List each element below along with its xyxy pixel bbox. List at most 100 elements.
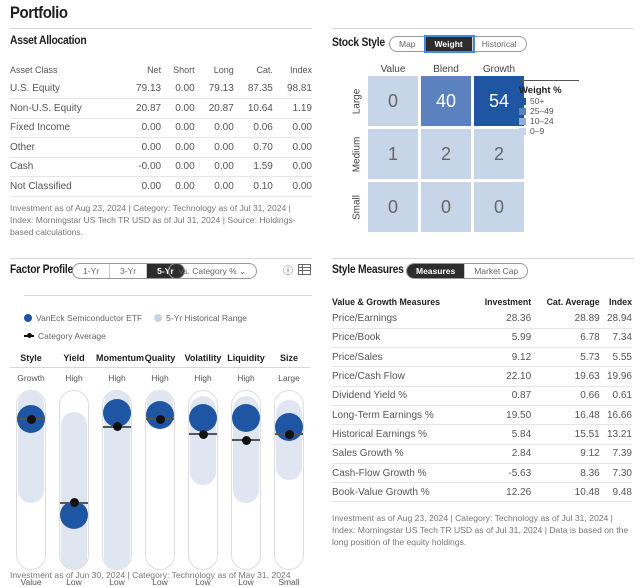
chevron-down-icon: ⌄: [239, 266, 247, 276]
table-cell: 9.12: [471, 347, 532, 368]
tab-map[interactable]: Map: [390, 37, 426, 51]
title-divider: [10, 28, 312, 29]
table-icon[interactable]: [298, 264, 311, 275]
table-cell: 0.06: [233, 118, 273, 138]
style-measures-title: Style Measures: [332, 264, 404, 276]
style-column-value: Value: [380, 64, 406, 75]
table-cell: 9.12: [531, 444, 600, 464]
style-column-growth: Growth: [482, 64, 516, 75]
table-cell: 0.10: [233, 176, 273, 197]
style-measures-tabs: Measures Market Cap: [406, 263, 529, 279]
table-cell: 28.89: [531, 309, 600, 329]
factor-name-quality: Quality: [144, 353, 176, 363]
measure-label: Cash-Flow Growth %: [332, 463, 472, 484]
legend-swatch: [519, 127, 526, 135]
investment-legend-icon: [24, 314, 32, 322]
table-cell: 0.00: [161, 98, 195, 119]
period-tab-3-yr[interactable]: 3-Yr: [110, 264, 148, 278]
table-cell: -0.00: [121, 157, 162, 177]
legend-label: 50+: [530, 96, 545, 106]
legend-label: 25–49: [530, 106, 554, 116]
measure-label: Price/Book: [332, 328, 472, 349]
style-column-blend: Blend: [433, 64, 459, 75]
table-cell: 0.00: [161, 176, 195, 197]
legend-swatch: [519, 97, 526, 105]
factor-name-size: Size: [279, 353, 298, 363]
table-cell: 16.48: [531, 405, 600, 426]
table-row: Price/Book 5.99 6.78 7.34: [332, 328, 632, 349]
style-measures-divider: [332, 258, 634, 259]
table-cell: 0.00: [194, 137, 234, 158]
weight-legend-item: 25–49: [519, 106, 579, 116]
period-tab-1-yr[interactable]: 1-Yr: [73, 264, 111, 278]
table-cell: 13.21: [599, 424, 632, 445]
factor-name-style: Style: [20, 353, 42, 363]
table-cell: 0.00: [194, 118, 234, 138]
table-cell: 0.00: [272, 176, 312, 197]
table-cell: 79.13: [121, 79, 162, 99]
asset-class-label: Cash: [10, 157, 122, 177]
table-row: Book-Value Growth % 12.26 10.48 9.48: [332, 482, 632, 503]
table-row: Fixed Income 0.00 0.00 0.00 0.06 0.00: [10, 118, 312, 138]
investment-legend-label: VanEck Semiconductor ETF: [36, 313, 143, 323]
table-cell: 12.26: [471, 482, 532, 503]
table-cell: 98.81: [272, 79, 312, 99]
table-cell: 7.34: [599, 328, 632, 349]
legend-swatch: [519, 117, 526, 125]
factor-top-label: Large: [278, 373, 300, 383]
factor-name-liquidity: Liquidity: [227, 353, 265, 363]
factor-top-label: High: [65, 373, 83, 383]
asset-allocation-table: Asset Class Net Short Long Cat. Index U.S. Eq…: [10, 60, 312, 197]
table-cell: 20.87: [194, 98, 234, 119]
table-cell: 0.00: [121, 137, 162, 158]
table-row: Price/Cash Flow 22.10 19.63 19.96: [332, 366, 632, 387]
column-header: Index: [609, 296, 632, 307]
table-cell: 2.84: [471, 444, 532, 464]
table-cell: 19.50: [471, 405, 532, 426]
style-measures-note: Investment as of Aug 23, 2024 | Category…: [332, 513, 629, 547]
measure-label: Price/Sales: [332, 347, 472, 368]
comparison-dropdown[interactable]: vs. Category % ⌄: [168, 263, 258, 279]
table-cell: -5.63: [471, 463, 532, 484]
table-cell: 5.55: [599, 347, 632, 368]
table-cell: 0.66: [531, 386, 600, 406]
category-legend-label: Category Average: [38, 331, 106, 341]
tab-historical[interactable]: Historical: [473, 37, 526, 51]
table-cell: 20.87: [121, 98, 162, 119]
table-cell: 10.64: [233, 98, 273, 119]
measure-label: Price/Earnings: [332, 309, 472, 329]
legend-label: 10–24: [530, 116, 554, 126]
table-cell: 6.78: [531, 328, 600, 349]
factor-name-momentum: Momentum: [96, 353, 144, 363]
weight-legend-item: 0–9: [519, 126, 579, 136]
tab-market-cap[interactable]: Market Cap: [465, 264, 527, 278]
category-average-marker: [155, 414, 165, 424]
info-icon[interactable]: ⓘ: [283, 262, 293, 277]
column-header: Long: [213, 64, 234, 75]
comparison-dropdown-label: vs. Category %: [179, 266, 237, 276]
weight-legend: Weight % 50+ 25–49 10–24 0–9: [519, 80, 579, 136]
stock-style-tabs: Map Weight Historical: [389, 36, 527, 52]
asset-class-label: U.S. Equity: [10, 79, 122, 99]
table-row: Historical Earnings % 5.84 15.51 13.21: [332, 424, 632, 445]
table-row: Cash -0.00 0.00 0.00 1.59 0.00: [10, 157, 312, 177]
tab-weight[interactable]: Weight: [425, 37, 473, 51]
asset-class-label: Other: [10, 137, 122, 158]
table-cell: 79.13: [194, 79, 234, 99]
category-legend: Category Average: [24, 331, 106, 341]
table-row: Long-Term Earnings % 19.50 16.48 16.66: [332, 405, 632, 426]
tab-measures[interactable]: Measures: [407, 264, 466, 278]
style-box-large-value: 0: [368, 76, 418, 126]
table-row: Price/Sales 9.12 5.73 5.55: [332, 347, 632, 368]
category-average-marker: [198, 429, 208, 439]
asset-class-label: Fixed Income: [10, 118, 122, 138]
table-row: U.S. Equity 79.13 0.00 79.13 87.35 98.81: [10, 79, 312, 99]
historical-range-bar: [61, 412, 87, 569]
style-box-medium-blend: 2: [421, 129, 471, 179]
category-average-marker: [69, 498, 79, 508]
category-average-marker: [284, 429, 294, 439]
style-box-large-growth: 54: [474, 76, 524, 126]
table-cell: 0.61: [599, 386, 632, 406]
asset-class-label: Non-U.S. Equity: [10, 98, 122, 119]
table-cell: 19.96: [599, 366, 632, 387]
